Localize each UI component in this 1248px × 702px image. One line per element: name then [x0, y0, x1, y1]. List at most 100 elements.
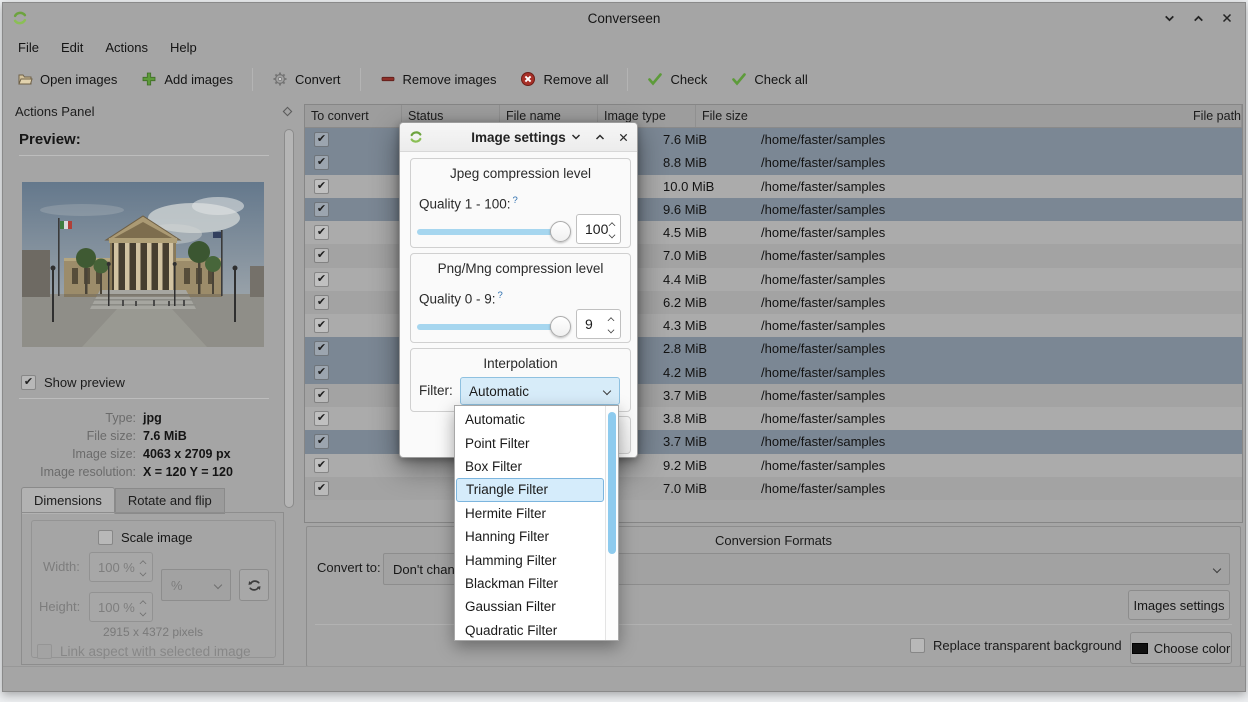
- menu-item[interactable]: Edit: [50, 35, 94, 60]
- pixels-note: 2915 x 4372 pixels: [43, 625, 263, 639]
- spin-up-icon[interactable]: [608, 315, 614, 321]
- height-spinbox[interactable]: 100 %: [89, 592, 153, 622]
- width-spinbox[interactable]: 100 %: [89, 552, 153, 582]
- dialog-close-button[interactable]: [618, 132, 629, 143]
- filter-combobox[interactable]: Automatic: [460, 377, 620, 405]
- filter-option[interactable]: Box Filter: [455, 455, 605, 478]
- remove-all-button[interactable]: Remove all: [509, 64, 619, 94]
- spin-up-icon[interactable]: [609, 220, 615, 226]
- check-all-button[interactable]: Check all: [720, 64, 818, 94]
- panel-scrollbar[interactable]: [284, 129, 294, 508]
- show-preview-checkbox[interactable]: ✔ Show preview: [21, 375, 125, 390]
- to-convert-checkbox[interactable]: ✔: [314, 388, 329, 403]
- filter-option[interactable]: Hamming Filter: [455, 548, 605, 571]
- panel-float-icon[interactable]: [282, 106, 293, 117]
- dialog-maximize-button[interactable]: [594, 131, 606, 143]
- file-size-cell: 9.6 MiB: [657, 198, 755, 221]
- to-convert-checkbox[interactable]: ✔: [314, 434, 329, 449]
- to-convert-checkbox[interactable]: ✔: [314, 341, 329, 356]
- jpeg-quality-slider[interactable]: [417, 229, 569, 235]
- to-convert-checkbox[interactable]: ✔: [314, 365, 329, 380]
- to-convert-checkbox[interactable]: ✔: [314, 225, 329, 240]
- png-quality-slider[interactable]: [417, 324, 569, 330]
- choose-color-label: Choose color: [1154, 641, 1231, 656]
- table-row[interactable]: ✔ 7.0 MiB /home/faster/samples: [305, 477, 1242, 500]
- spin-up-icon[interactable]: [140, 558, 146, 564]
- to-convert-checkbox[interactable]: ✔: [314, 248, 329, 263]
- to-convert-checkbox[interactable]: ✔: [314, 272, 329, 287]
- menu-item[interactable]: Actions: [94, 35, 159, 60]
- status-cell: [364, 477, 461, 500]
- jpeg-slider-handle[interactable]: [550, 221, 571, 242]
- spin-down-icon[interactable]: [140, 569, 146, 575]
- choose-color-button[interactable]: Choose color: [1130, 632, 1232, 664]
- height-label: Height:: [39, 599, 80, 614]
- table-header-cell[interactable]: To convert: [305, 105, 402, 127]
- app-logo-icon: [11, 9, 29, 27]
- checkbox-box[interactable]: [37, 644, 52, 659]
- filter-option[interactable]: Hanning Filter: [455, 525, 605, 548]
- png-quality-spinbox[interactable]: 9: [576, 309, 621, 339]
- jpeg-quality-spinbox[interactable]: 100: [576, 214, 621, 244]
- scale-image-checkbox[interactable]: Scale image: [98, 530, 193, 545]
- help-link[interactable]: ?: [513, 195, 518, 206]
- to-convert-checkbox[interactable]: ✔: [314, 155, 329, 170]
- filter-option[interactable]: Automatic: [455, 408, 605, 431]
- maximize-button[interactable]: [1190, 10, 1206, 26]
- add-images-button[interactable]: Add images: [130, 64, 244, 94]
- convert-button[interactable]: Convert: [261, 64, 352, 94]
- file-path-cell: /home/faster/samples: [755, 314, 1242, 337]
- title-bar: Converseen: [3, 3, 1245, 33]
- checkbox-box[interactable]: [98, 530, 113, 545]
- filter-option[interactable]: Blackman Filter: [455, 572, 605, 595]
- close-button[interactable]: [1219, 10, 1235, 26]
- check-button[interactable]: Check: [636, 64, 718, 94]
- unit-combobox[interactable]: %: [161, 569, 231, 601]
- to-convert-checkbox[interactable]: ✔: [314, 318, 329, 333]
- open-images-button[interactable]: Open images: [6, 64, 128, 94]
- to-convert-checkbox[interactable]: ✔: [314, 132, 329, 147]
- tab[interactable]: Dimensions: [21, 487, 115, 514]
- reset-dimensions-button[interactable]: [239, 569, 269, 601]
- remove-images-button[interactable]: Remove images: [369, 64, 508, 94]
- to-convert-checkbox[interactable]: ✔: [314, 295, 329, 310]
- menu-item[interactable]: Help: [159, 35, 208, 60]
- menu-item[interactable]: File: [7, 35, 50, 60]
- images-settings-button[interactable]: Images settings: [1128, 590, 1230, 620]
- checkbox-box[interactable]: [910, 638, 925, 653]
- spin-up-icon[interactable]: [140, 598, 146, 604]
- dialog-title-bar[interactable]: Image settings: [400, 123, 637, 152]
- filter-option[interactable]: Triangle Filter: [456, 478, 604, 501]
- filter-option[interactable]: Point Filter: [455, 431, 605, 454]
- filter-option[interactable]: Hermite Filter: [455, 502, 605, 525]
- png-slider-handle[interactable]: [550, 316, 571, 337]
- minimize-button[interactable]: [1161, 10, 1177, 26]
- to-convert-checkbox[interactable]: ✔: [314, 458, 329, 473]
- filter-option[interactable]: Gaussian Filter: [455, 595, 605, 618]
- quality-label-text: Quality 0 - 9:: [419, 292, 496, 307]
- divider: [315, 624, 1232, 625]
- to-convert-checkbox[interactable]: ✔: [314, 179, 329, 194]
- to-convert-checkbox[interactable]: ✔: [314, 411, 329, 426]
- help-link[interactable]: ?: [498, 290, 503, 301]
- info-label: Image size:: [3, 447, 136, 461]
- replace-bg-checkbox[interactable]: Replace transparent background: [910, 638, 1122, 653]
- link-aspect-checkbox[interactable]: Link aspect with selected image: [37, 644, 251, 659]
- preview-heading: Preview:: [19, 131, 81, 148]
- to-convert-checkbox[interactable]: ✔: [314, 202, 329, 217]
- spin-down-icon[interactable]: [140, 609, 146, 615]
- toolbar-button-label: Open images: [40, 72, 117, 87]
- to-convert-checkbox[interactable]: ✔: [314, 481, 329, 496]
- dialog-minimize-button[interactable]: [570, 131, 582, 143]
- file-path-cell: /home/faster/samples: [755, 477, 1242, 500]
- spin-down-icon[interactable]: [609, 231, 615, 237]
- file-path-cell: /home/faster/samples: [755, 384, 1242, 407]
- filter-option[interactable]: Quadratic Filter: [455, 619, 605, 642]
- table-header-cell[interactable]: File size: [696, 105, 1187, 127]
- dropdown-scrollbar-thumb[interactable]: [608, 412, 616, 554]
- dropdown-scrollbar[interactable]: [605, 406, 618, 640]
- tab[interactable]: Rotate and flip: [115, 488, 225, 514]
- spin-down-icon[interactable]: [608, 326, 614, 332]
- table-header-cell[interactable]: File path: [1187, 105, 1242, 127]
- checkbox-box[interactable]: ✔: [21, 375, 36, 390]
